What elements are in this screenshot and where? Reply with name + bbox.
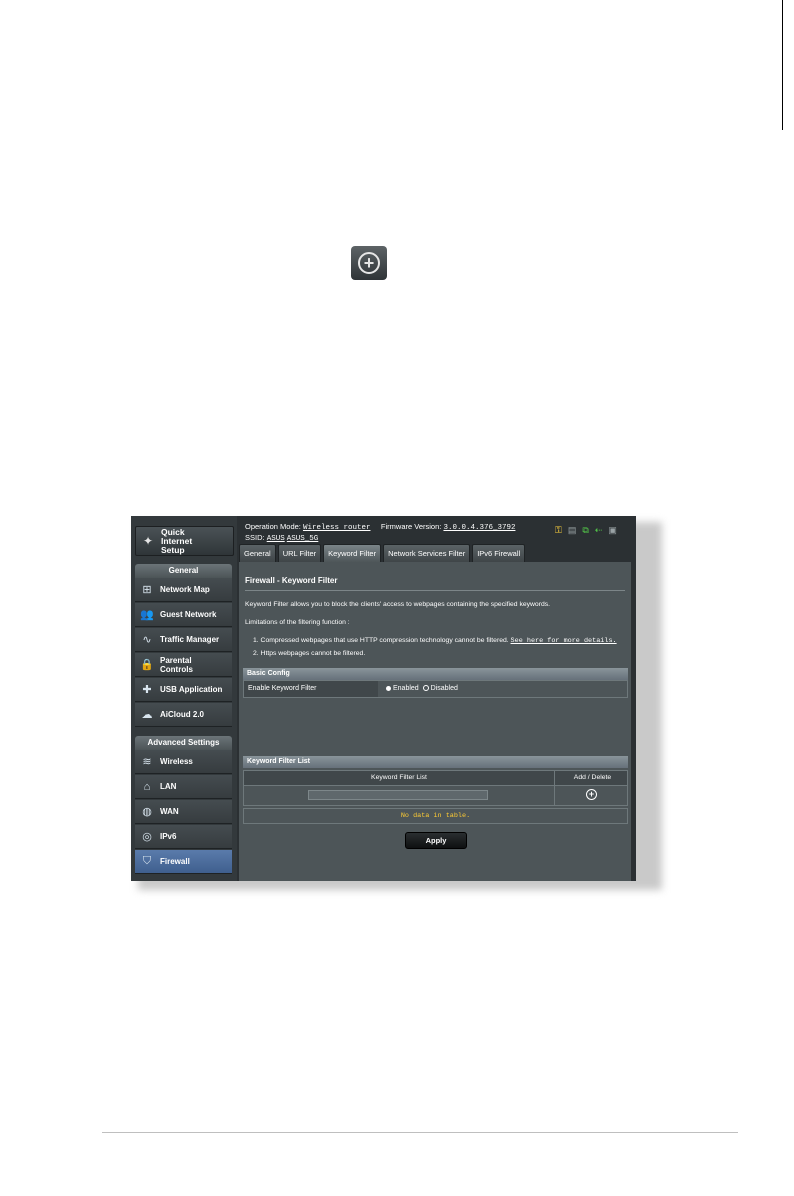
lock-icon: 🔒 bbox=[140, 659, 154, 671]
sidebar-item-label: Guest Network bbox=[160, 610, 217, 619]
cloud-icon: ☁ bbox=[141, 709, 153, 721]
wifi-icon: ≋ bbox=[142, 756, 152, 768]
sidebar-item-label: Network Map bbox=[160, 585, 210, 594]
sidebar-item-traffic-manager[interactable]: ∿ Traffic Manager bbox=[135, 628, 232, 652]
quick-internet-setup-button[interactable]: ✦ Quick Internet Setup bbox=[135, 526, 234, 556]
sidebar-item-label: Firewall bbox=[160, 857, 190, 866]
content-panel: Firewall - Keyword Filter Keyword Filter… bbox=[239, 562, 631, 881]
status-icons: ⚿ ▤ ⧉ ⇠ ▣ bbox=[555, 525, 617, 536]
key-icon[interactable]: ⚿ bbox=[555, 525, 562, 536]
apply-button[interactable]: Apply bbox=[405, 832, 467, 849]
traffic-manager-icon: ∿ bbox=[142, 634, 152, 646]
sidebar-item-label: Wireless bbox=[160, 757, 193, 766]
firmware-link[interactable]: 3.0.0.4.376_3792 bbox=[443, 524, 515, 532]
tab-keyword-filter[interactable]: Keyword Filter bbox=[323, 544, 382, 562]
table-header: Keyword Filter List Add / Delete bbox=[243, 770, 628, 786]
sidebar-item-ipv6[interactable]: ◎ IPv6 bbox=[135, 825, 232, 849]
ssid-link-2[interactable]: ASUS_5G bbox=[287, 535, 319, 543]
tab-bar: General URL Filter Keyword Filter Networ… bbox=[239, 544, 526, 562]
sidebar-item-wireless[interactable]: ≋ Wireless bbox=[135, 750, 232, 774]
add-keyword-button[interactable]: + bbox=[586, 789, 597, 800]
sidebar-item-usb-application[interactable]: ✚ USB Application bbox=[135, 678, 232, 702]
advanced-settings-header: Advanced Settings bbox=[135, 736, 232, 750]
limitation-item-2: 2. Https webpages cannot be filtered. bbox=[253, 650, 366, 657]
quick-setup-label: Quick Internet Setup bbox=[161, 526, 193, 555]
column-divider bbox=[554, 786, 555, 805]
general-section-header: General bbox=[135, 564, 232, 578]
operation-mode-label: Operation Mode: bbox=[245, 522, 301, 531]
col-add-delete: Add / Delete bbox=[554, 771, 630, 785]
title-divider bbox=[245, 590, 625, 591]
sidebar-item-label: IPv6 bbox=[160, 832, 177, 841]
enable-keyword-filter-row: Enable Keyword Filter Enabled Disabled bbox=[243, 680, 628, 698]
enabled-radio[interactable] bbox=[386, 685, 391, 691]
basic-config-header: Basic Config bbox=[243, 668, 628, 680]
printer-icon[interactable]: ▤ bbox=[568, 525, 577, 536]
sidebar-item-guest-network[interactable]: 👥 Guest Network bbox=[135, 603, 232, 627]
ssid-link-1[interactable]: ASUS bbox=[267, 535, 285, 543]
keyword-filter-list-header: Keyword Filter List bbox=[243, 756, 628, 768]
enable-keyword-filter-label: Enable Keyword Filter bbox=[244, 681, 378, 697]
enabled-label: Enabled bbox=[393, 685, 419, 692]
sidebar-item-firewall[interactable]: ⛉ Firewall bbox=[135, 850, 232, 874]
footer-divider bbox=[102, 1132, 738, 1133]
disabled-label: Disabled bbox=[430, 685, 458, 692]
tab-general[interactable]: General bbox=[239, 544, 276, 562]
network-map-icon: ⊞ bbox=[142, 584, 152, 596]
sidebar: ✦ Quick Internet Setup General ⊞ Network… bbox=[131, 516, 237, 881]
sidebar-item-label: AiCloud 2.0 bbox=[160, 710, 205, 719]
sidebar-item-network-map[interactable]: ⊞ Network Map bbox=[135, 578, 232, 602]
network-status-icon[interactable]: ⧉ bbox=[582, 525, 588, 536]
sidebar-item-parental-controls[interactable]: 🔒 Parental Controls bbox=[135, 653, 232, 677]
add-button-illustration: + bbox=[351, 246, 387, 280]
operation-mode-link[interactable]: Wireless router bbox=[303, 524, 371, 532]
router-ui-screenshot: ✦ Quick Internet Setup General ⊞ Network… bbox=[131, 516, 636, 881]
sidebar-item-label: LAN bbox=[160, 782, 177, 791]
limitations-title: Limitations of the filtering function : bbox=[245, 619, 350, 626]
disabled-radio[interactable] bbox=[422, 685, 429, 692]
status-header: Operation Mode: Wireless router Firmware… bbox=[245, 522, 515, 544]
limitation-1-text: 1. Compressed webpages that use HTTP com… bbox=[253, 637, 509, 644]
tab-network-services-filter[interactable]: Network Services Filter bbox=[383, 544, 471, 562]
sidebar-item-label: WAN bbox=[160, 807, 179, 816]
ipv6-icon: ◎ bbox=[142, 831, 152, 843]
no-data-message: No data in table. bbox=[243, 808, 628, 824]
ssid-label: SSID: bbox=[245, 533, 265, 542]
sidebar-item-aicloud[interactable]: ☁ AiCloud 2.0 bbox=[135, 703, 232, 727]
page-title: Firewall - Keyword Filter bbox=[245, 576, 338, 585]
enable-radio-group: Enabled Disabled bbox=[384, 681, 458, 697]
magic-wand-icon: ✦ bbox=[142, 534, 154, 548]
guest-network-icon: 👥 bbox=[140, 609, 154, 621]
description-text: Keyword Filter allows you to block the c… bbox=[245, 601, 551, 608]
device-icon[interactable]: ▣ bbox=[608, 525, 617, 536]
usb-icon[interactable]: ⇠ bbox=[595, 525, 603, 536]
home-icon: ⌂ bbox=[143, 780, 151, 793]
sidebar-item-wan[interactable]: ◍ WAN bbox=[135, 800, 232, 824]
firmware-label: Firmware Version: bbox=[380, 522, 442, 531]
col-keyword-filter-list: Keyword Filter List bbox=[371, 774, 427, 781]
keyword-input[interactable] bbox=[308, 790, 488, 800]
shield-icon: ⛉ bbox=[142, 855, 152, 867]
page-edge-line bbox=[782, 0, 783, 130]
sidebar-item-label: USB Application bbox=[160, 685, 223, 694]
globe-icon: ◍ bbox=[142, 806, 152, 818]
sidebar-item-lan[interactable]: ⌂ LAN bbox=[135, 775, 232, 799]
tab-ipv6-firewall[interactable]: IPv6 Firewall bbox=[472, 544, 526, 562]
sidebar-item-label: Parental Controls bbox=[160, 655, 193, 674]
see-details-link[interactable]: See here for more details. bbox=[511, 637, 617, 645]
plus-circle-icon: + bbox=[358, 252, 380, 274]
sidebar-item-label: Traffic Manager bbox=[160, 635, 220, 644]
tab-url-filter[interactable]: URL Filter bbox=[277, 544, 322, 562]
limitation-item-1: 1. Compressed webpages that use HTTP com… bbox=[253, 637, 617, 645]
keyword-input-row: + bbox=[243, 786, 628, 806]
puzzle-icon: ✚ bbox=[142, 684, 152, 696]
